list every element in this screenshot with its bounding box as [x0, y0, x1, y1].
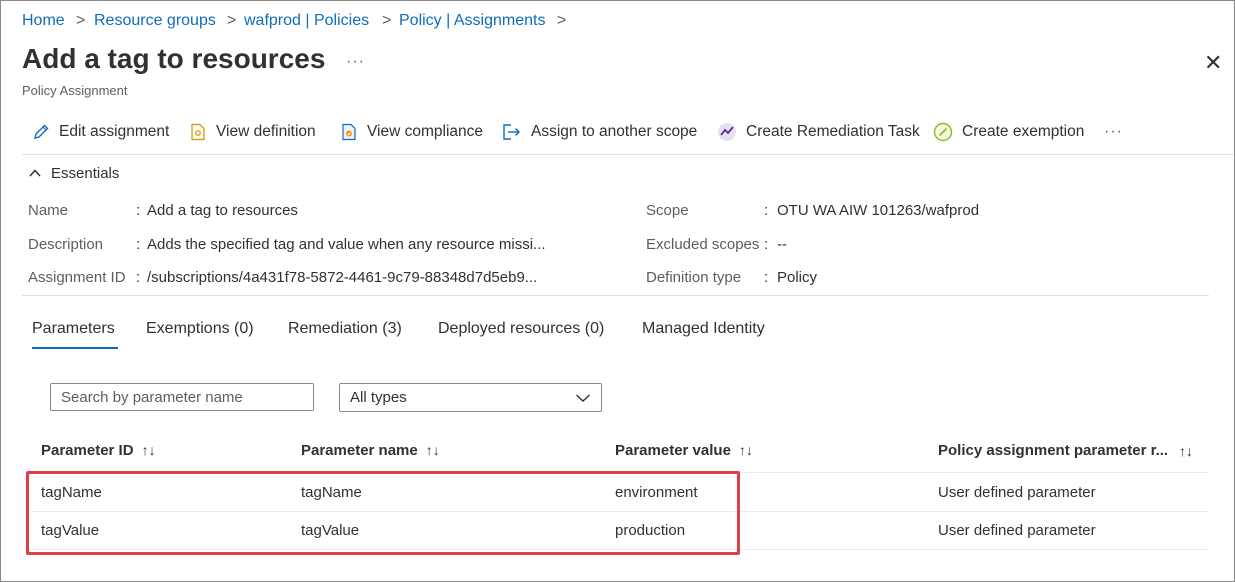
breadcrumb-separator: >: [382, 12, 392, 29]
create-exemption-label: Create exemption: [962, 123, 1085, 140]
sort-icon[interactable]: ↑↓: [1179, 443, 1193, 459]
breadcrumb-separator: >: [227, 12, 237, 29]
cell-parameter-type: User defined parameter: [938, 522, 1096, 539]
search-input[interactable]: Search by parameter name: [50, 383, 314, 411]
breadcrumb-separator: >: [557, 12, 567, 29]
breadcrumb-separator: >: [76, 12, 86, 29]
essentials-label: Scope: [646, 202, 689, 219]
highlight-box: [26, 471, 740, 555]
essentials-value-definition-type: Policy: [777, 269, 818, 286]
document-icon: [191, 123, 205, 141]
essentials-label: Name: [28, 202, 69, 219]
column-header-parameter-value[interactable]: Parameter value ↑↓: [615, 442, 753, 459]
edit-assignment-button[interactable]: Edit assignment: [32, 120, 169, 144]
essentials-colon: :: [136, 269, 141, 286]
column-header-label: Parameter name: [301, 442, 418, 459]
essentials-colon: :: [764, 236, 769, 253]
column-header-label: Parameter value: [615, 442, 731, 459]
more-options-icon[interactable]: ···: [346, 53, 365, 71]
exemption-icon: [933, 122, 953, 142]
tab-managed-identity[interactable]: Managed Identity: [642, 320, 765, 338]
divider: [22, 154, 1234, 155]
column-header-parameter-id[interactable]: Parameter ID ↑↓: [41, 442, 156, 459]
chevron-up-icon: [29, 169, 41, 177]
search-placeholder: Search by parameter name: [61, 389, 243, 406]
type-filter-dropdown[interactable]: All types: [339, 383, 602, 412]
essentials-value-description: Adds the specified tag and value when an…: [147, 236, 546, 253]
essentials-toggle[interactable]: Essentials: [28, 161, 119, 185]
policy-assignment-blade: Home > Resource groups > wafprod | Polic…: [0, 0, 1235, 582]
breadcrumb-home[interactable]: Home: [22, 12, 65, 30]
type-filter-value: All types: [350, 389, 407, 406]
export-icon: [503, 124, 520, 140]
create-remediation-task-label: Create Remediation Task: [746, 123, 920, 140]
close-icon[interactable]: ✕: [1204, 50, 1222, 76]
tab-parameters[interactable]: Parameters: [32, 320, 115, 338]
column-header-parameter-name[interactable]: Parameter name ↑↓: [301, 442, 440, 459]
essentials-label: Assignment ID: [28, 269, 126, 286]
chevron-down-icon: [576, 394, 590, 402]
breadcrumb-policy-assignments[interactable]: Policy | Assignments: [399, 12, 545, 30]
breadcrumb-resource-groups[interactable]: Resource groups: [94, 12, 216, 30]
view-definition-label: View definition: [216, 123, 316, 140]
essentials-colon: :: [764, 202, 769, 219]
view-definition-button[interactable]: View definition: [189, 120, 316, 144]
more-commands-icon[interactable]: ···: [1104, 123, 1123, 141]
essentials-label: Description: [28, 236, 104, 253]
essentials-colon: :: [136, 236, 141, 253]
compliance-icon: [342, 123, 356, 141]
tab-exemptions[interactable]: Exemptions (0): [146, 320, 254, 338]
assign-to-another-scope-label: Assign to another scope: [531, 123, 698, 140]
edit-assignment-label: Edit assignment: [59, 123, 170, 140]
sort-icon[interactable]: ↑↓: [426, 442, 440, 458]
sort-icon[interactable]: ↑↓: [739, 442, 753, 458]
essentials-value-scope[interactable]: OTU WA AIW 101263/wafprod: [777, 202, 979, 219]
view-compliance-label: View compliance: [367, 123, 484, 140]
column-header-label: Policy assignment parameter r...: [938, 442, 1169, 459]
essentials-label: Definition type: [646, 269, 742, 286]
assign-to-another-scope-button[interactable]: Assign to another scope: [502, 120, 697, 144]
divider: [22, 295, 1209, 296]
essentials-colon: :: [764, 269, 769, 286]
view-compliance-button[interactable]: View compliance: [340, 120, 483, 144]
create-remediation-task-button[interactable]: Create Remediation Task: [717, 120, 920, 144]
essentials-value-assignment-id: /subscriptions/4a431f78-5872-4461-9c79-8…: [147, 269, 538, 286]
active-tab-indicator: [32, 347, 118, 349]
page-subtitle: Policy Assignment: [22, 83, 128, 98]
tab-remediation[interactable]: Remediation (3): [288, 320, 402, 338]
essentials-value-excluded-scopes: --: [777, 236, 787, 253]
tab-deployed-resources[interactable]: Deployed resources (0): [438, 320, 604, 338]
column-header-assignment-parameter[interactable]: Policy assignment parameter r...: [938, 442, 1168, 459]
essentials-colon: :: [136, 202, 141, 219]
essentials-heading: Essentials: [51, 164, 120, 182]
cell-parameter-type: User defined parameter: [938, 484, 1096, 501]
create-exemption-button[interactable]: Create exemption: [933, 120, 1084, 144]
remediation-icon: [718, 123, 736, 141]
breadcrumb-wafprod-policies[interactable]: wafprod | Policies: [244, 12, 369, 30]
essentials-label: Excluded scopes: [646, 236, 760, 253]
pencil-icon: [34, 124, 49, 139]
column-header-label: Parameter ID: [41, 442, 134, 459]
essentials-value-name: Add a tag to resources: [147, 202, 298, 219]
page-title: Add a tag to resources: [22, 43, 326, 74]
sort-icon[interactable]: ↑↓: [142, 442, 156, 458]
